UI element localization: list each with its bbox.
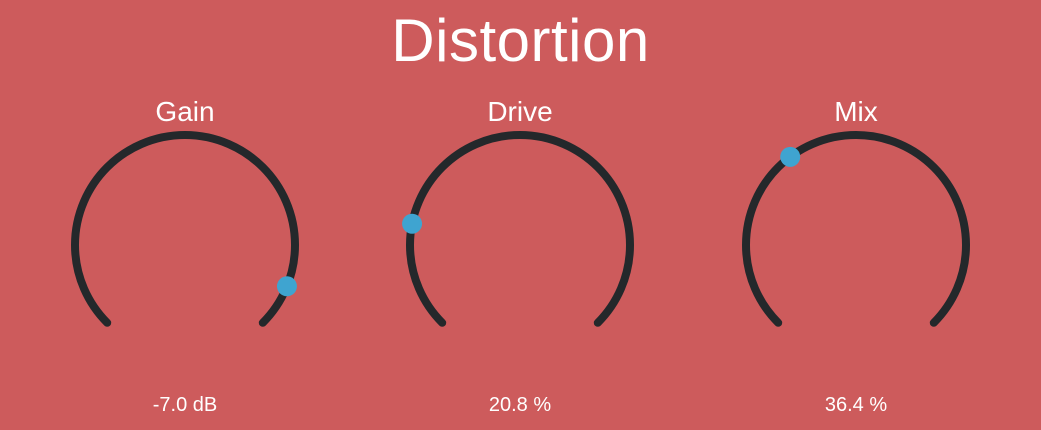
drive-knob[interactable] xyxy=(390,120,650,370)
drive-knob-track xyxy=(406,131,634,327)
mix-value: 36.4 % xyxy=(824,394,888,416)
gain-knob-track xyxy=(71,131,299,327)
mix-knob-track xyxy=(742,131,970,327)
drive-knob-group: Drive 20.8 % xyxy=(390,0,650,430)
mix-knob-group: Mix 36.4 % xyxy=(726,0,986,430)
gain-knob[interactable] xyxy=(55,120,315,370)
mix-knob-handle[interactable] xyxy=(780,146,801,167)
gain-knob-handle[interactable] xyxy=(276,276,297,297)
drive-value: 20.8 % xyxy=(488,394,552,416)
mix-knob[interactable] xyxy=(726,120,986,370)
drive-knob-handle[interactable] xyxy=(402,213,423,234)
distortion-panel: Distortion Gain -7.0 dB Drive 20.8 % Mix… xyxy=(0,0,1041,430)
gain-knob-group: Gain -7.0 dB xyxy=(55,0,315,430)
gain-value: -7.0 dB xyxy=(152,394,218,416)
